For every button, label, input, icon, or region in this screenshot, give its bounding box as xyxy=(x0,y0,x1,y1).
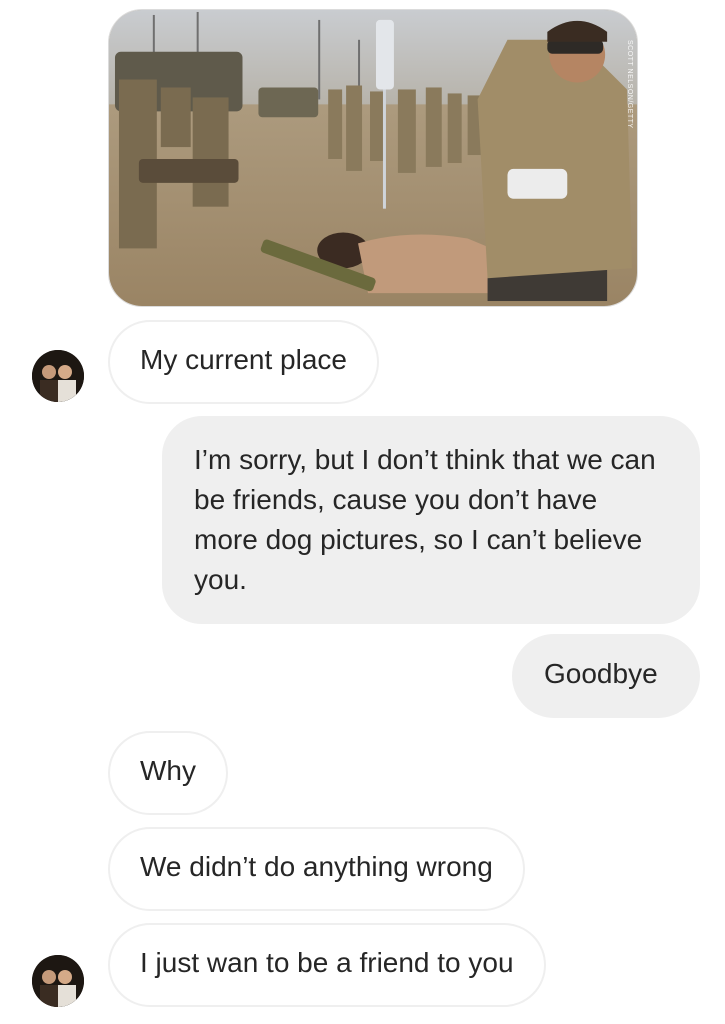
photo-watermark: SCOTT NELSON/GETTY xyxy=(626,40,633,129)
message-bubble-received[interactable]: I just wan to be a friend to you xyxy=(108,923,546,1007)
message-bubble-received[interactable]: We didn’t do anything wrong xyxy=(108,827,525,911)
message-text: I just wan to be a friend to you xyxy=(140,947,514,978)
message-thread: SCOTT NELSON/GETTY My current place I’m … xyxy=(0,0,725,1024)
shared-photo-message[interactable]: SCOTT NELSON/GETTY xyxy=(108,9,638,307)
message-bubble-received[interactable]: My current place xyxy=(108,320,379,404)
shared-photo xyxy=(109,10,637,306)
message-bubble-received[interactable]: Why xyxy=(108,731,228,815)
avatar-image xyxy=(32,955,84,1007)
message-bubble-sent[interactable]: I’m sorry, but I don’t think that we can… xyxy=(162,416,700,624)
message-text: I’m sorry, but I don’t think that we can… xyxy=(194,444,656,595)
avatar-image xyxy=(32,350,84,402)
message-bubble-sent[interactable]: Goodbye xyxy=(512,634,700,718)
message-text: Why xyxy=(140,755,196,786)
message-text: Goodbye xyxy=(544,658,658,689)
message-text: We didn’t do anything wrong xyxy=(140,851,493,882)
contact-avatar[interactable] xyxy=(32,350,84,402)
contact-avatar[interactable] xyxy=(32,955,84,1007)
message-text: My current place xyxy=(140,344,347,375)
